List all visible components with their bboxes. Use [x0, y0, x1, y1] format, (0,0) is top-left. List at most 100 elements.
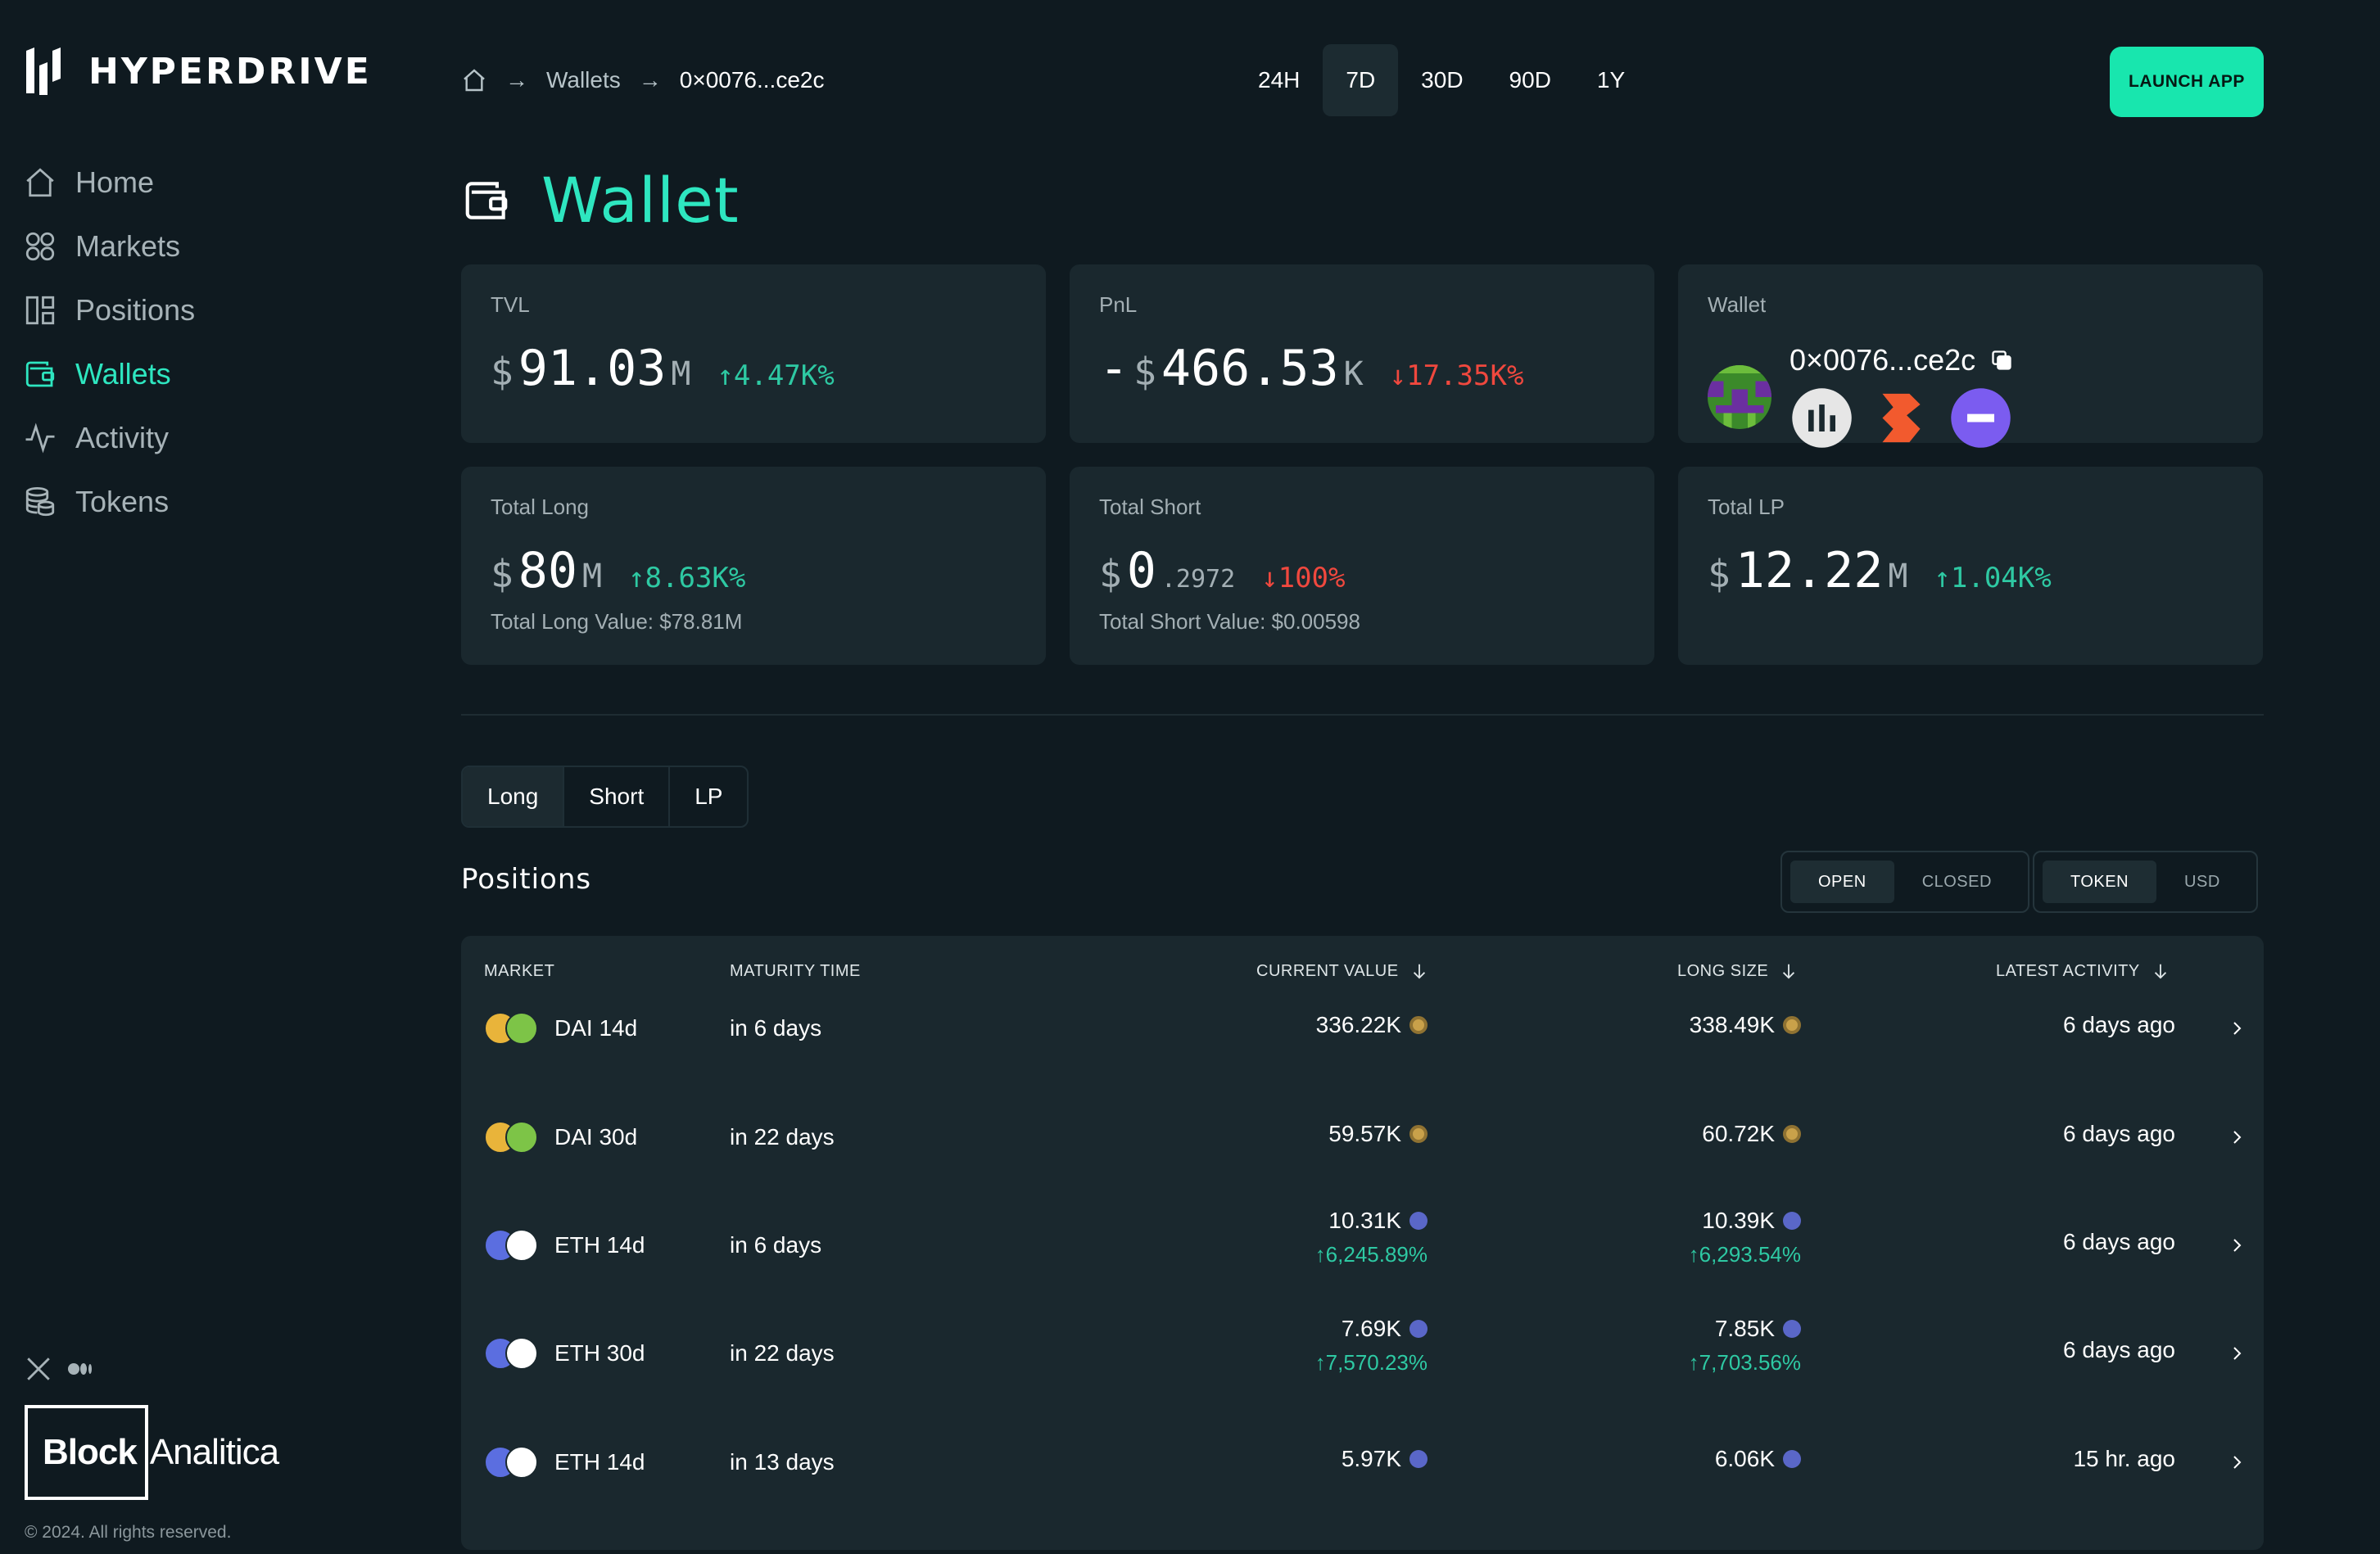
breadcrumb: → Wallets → 0×0076...ce2c	[461, 64, 824, 97]
chevron-right-icon[interactable]	[2227, 1236, 2247, 1255]
block-analitica-logo[interactable]: Block Analitica	[25, 1405, 287, 1500]
sidebar-item-activity[interactable]: Activity	[23, 419, 195, 457]
total-lp-unit: M	[1888, 558, 1908, 595]
chevron-right-icon[interactable]	[2227, 1019, 2247, 1038]
total-short-card: Total Short $ 0 .2972 ↓100% Total Short …	[1070, 467, 1654, 665]
range-1y-button[interactable]: 1Y	[1574, 44, 1648, 116]
current-value-cell: 5.97K	[1342, 1446, 1428, 1472]
time-range-selector: 24H 7D 30D 90D 1Y	[1235, 44, 1648, 116]
layout-icon	[25, 296, 55, 325]
purple-protocol-icon[interactable]	[1948, 386, 2013, 450]
table-row[interactable]: ETH 14d in 6 days 10.31K ↑6,245.89% 10.3…	[461, 1191, 2264, 1299]
table-row[interactable]: DAI 14d in 6 days 336.22K 338.49K 6 days…	[461, 974, 2264, 1082]
sidebar-item-label: Activity	[75, 421, 170, 454]
launch-app-button[interactable]: LAUNCH APP	[2110, 47, 2264, 117]
long-size-cell: 6.06K	[1715, 1446, 1801, 1472]
eth-coin-icon	[1783, 1320, 1801, 1338]
current-value: 7.69K	[1341, 1316, 1401, 1341]
market-name[interactable]: DAI 30d	[554, 1124, 637, 1150]
grid-icon	[25, 232, 55, 261]
market-name[interactable]: DAI 14d	[554, 1015, 637, 1041]
dai-coin-icon	[1783, 1016, 1801, 1034]
tab-lp[interactable]: LP	[670, 767, 747, 826]
currency-symbol: $	[1133, 350, 1156, 394]
market-name[interactable]: ETH 14d	[554, 1232, 645, 1258]
table-row[interactable]: ETH 14d in 13 days 5.97K 6.06K 15 hr. ag…	[461, 1408, 2264, 1516]
toggle-closed[interactable]: CLOSED	[1894, 861, 2020, 903]
sidebar-item-label: Markets	[75, 229, 181, 263]
eth-token-pair-icon	[484, 1337, 540, 1370]
sdai-icon	[505, 1012, 538, 1045]
coins-icon	[25, 486, 55, 517]
avatar	[1708, 364, 1771, 429]
wallet-label: Wallet	[1708, 292, 1767, 317]
latest-activity: 6 days ago	[2063, 1012, 2175, 1037]
sdai-icon	[505, 1121, 538, 1154]
sidebar-item-positions[interactable]: Positions	[23, 291, 195, 329]
table-row[interactable]: ETH 30d in 22 days 7.69K ↑7,570.23% 7.85…	[461, 1299, 2264, 1407]
current-value: 59.57K	[1328, 1121, 1401, 1146]
sidebar-item-wallets[interactable]: Wallets	[23, 355, 195, 393]
market-name[interactable]: ETH 30d	[554, 1340, 645, 1367]
home-icon	[26, 168, 54, 197]
pnl-unit: K	[1343, 355, 1364, 393]
long-size-cell: 338.49K	[1690, 1012, 1801, 1038]
positions-heading: Positions	[461, 863, 592, 896]
currency-symbol: $	[1708, 552, 1731, 596]
currency-symbol: $	[491, 350, 514, 394]
table-row[interactable]: DAI 30d in 22 days 59.57K 60.72K 6 days …	[461, 1083, 2264, 1191]
breadcrumb-wallets-link[interactable]: Wallets	[546, 67, 621, 93]
home-icon[interactable]	[461, 67, 487, 93]
long-size: 338.49K	[1689, 1012, 1775, 1037]
toggle-usd[interactable]: USD	[2156, 861, 2248, 903]
eth-token-pair-icon	[484, 1229, 540, 1262]
social-links	[25, 1355, 95, 1383]
total-long-value: $ 80 M ↑8.63K%	[491, 542, 745, 599]
range-30d-button[interactable]: 30D	[1398, 44, 1486, 116]
dai-coin-icon	[1409, 1016, 1428, 1034]
market-cell: ETH 14d	[484, 1229, 645, 1262]
total-lp-change: ↑1.04K%	[1934, 562, 2052, 594]
tab-long[interactable]: Long	[463, 767, 565, 826]
range-24h-button[interactable]: 24H	[1235, 44, 1323, 116]
tab-short[interactable]: Short	[564, 767, 671, 826]
toggle-open[interactable]: OPEN	[1790, 861, 1894, 903]
sidebar-item-home[interactable]: Home	[23, 164, 195, 201]
page-title: Wallet	[461, 164, 740, 237]
wallet-details: 0×0076...ce2c	[1790, 343, 2013, 450]
protocol-badge-icon[interactable]	[1790, 386, 1854, 450]
medium-icon[interactable]	[67, 1355, 95, 1383]
copy-icon[interactable]	[1990, 349, 2013, 372]
latest-activity: 6 days ago	[2063, 1229, 2175, 1254]
maturity-cell: in 6 days	[730, 1232, 822, 1258]
current-value-cell: 59.57K	[1328, 1121, 1428, 1147]
x-twitter-icon[interactable]	[25, 1355, 52, 1383]
activity-cell: 6 days ago	[2063, 1121, 2175, 1147]
eth-coin-icon	[1409, 1212, 1428, 1230]
pnl-card: PnL - $ 466.53 K ↓17.35K%	[1070, 264, 1654, 443]
sidebar-item-label: Home	[75, 165, 155, 199]
sidebar-item-tokens[interactable]: Tokens	[23, 483, 195, 521]
total-long-amount: 80	[518, 542, 577, 599]
current-value-cell: 7.69K ↑7,570.23%	[1315, 1316, 1428, 1376]
chevron-right-icon[interactable]	[2227, 1344, 2247, 1363]
brand-logo[interactable]: HYPERDRIVE	[23, 46, 372, 97]
b-protocol-icon[interactable]	[1869, 386, 1934, 450]
market-name[interactable]: ETH 14d	[554, 1449, 645, 1475]
sidebar-item-markets[interactable]: Markets	[23, 228, 195, 265]
wallet-card: Wallet 0×0076...ce2c	[1678, 264, 2263, 448]
toggle-token[interactable]: TOKEN	[2043, 861, 2157, 903]
total-short-value: $ 0 .2972 ↓100%	[1099, 542, 1346, 599]
chevron-right-icon[interactable]	[2227, 1452, 2247, 1472]
range-90d-button[interactable]: 90D	[1486, 44, 1574, 116]
sidebar-item-label: Tokens	[75, 485, 170, 518]
latest-activity: 6 days ago	[2063, 1337, 2175, 1362]
dai-token-pair-icon	[484, 1012, 540, 1045]
range-7d-button[interactable]: 7D	[1323, 44, 1399, 116]
dai-coin-icon	[1783, 1125, 1801, 1143]
wallet-identity: 0×0076...ce2c	[1708, 343, 2013, 450]
long-size: 6.06K	[1714, 1446, 1775, 1471]
chevron-right-icon[interactable]	[2227, 1127, 2247, 1147]
steth-icon	[505, 1229, 538, 1262]
eth-coin-icon	[1783, 1450, 1801, 1468]
